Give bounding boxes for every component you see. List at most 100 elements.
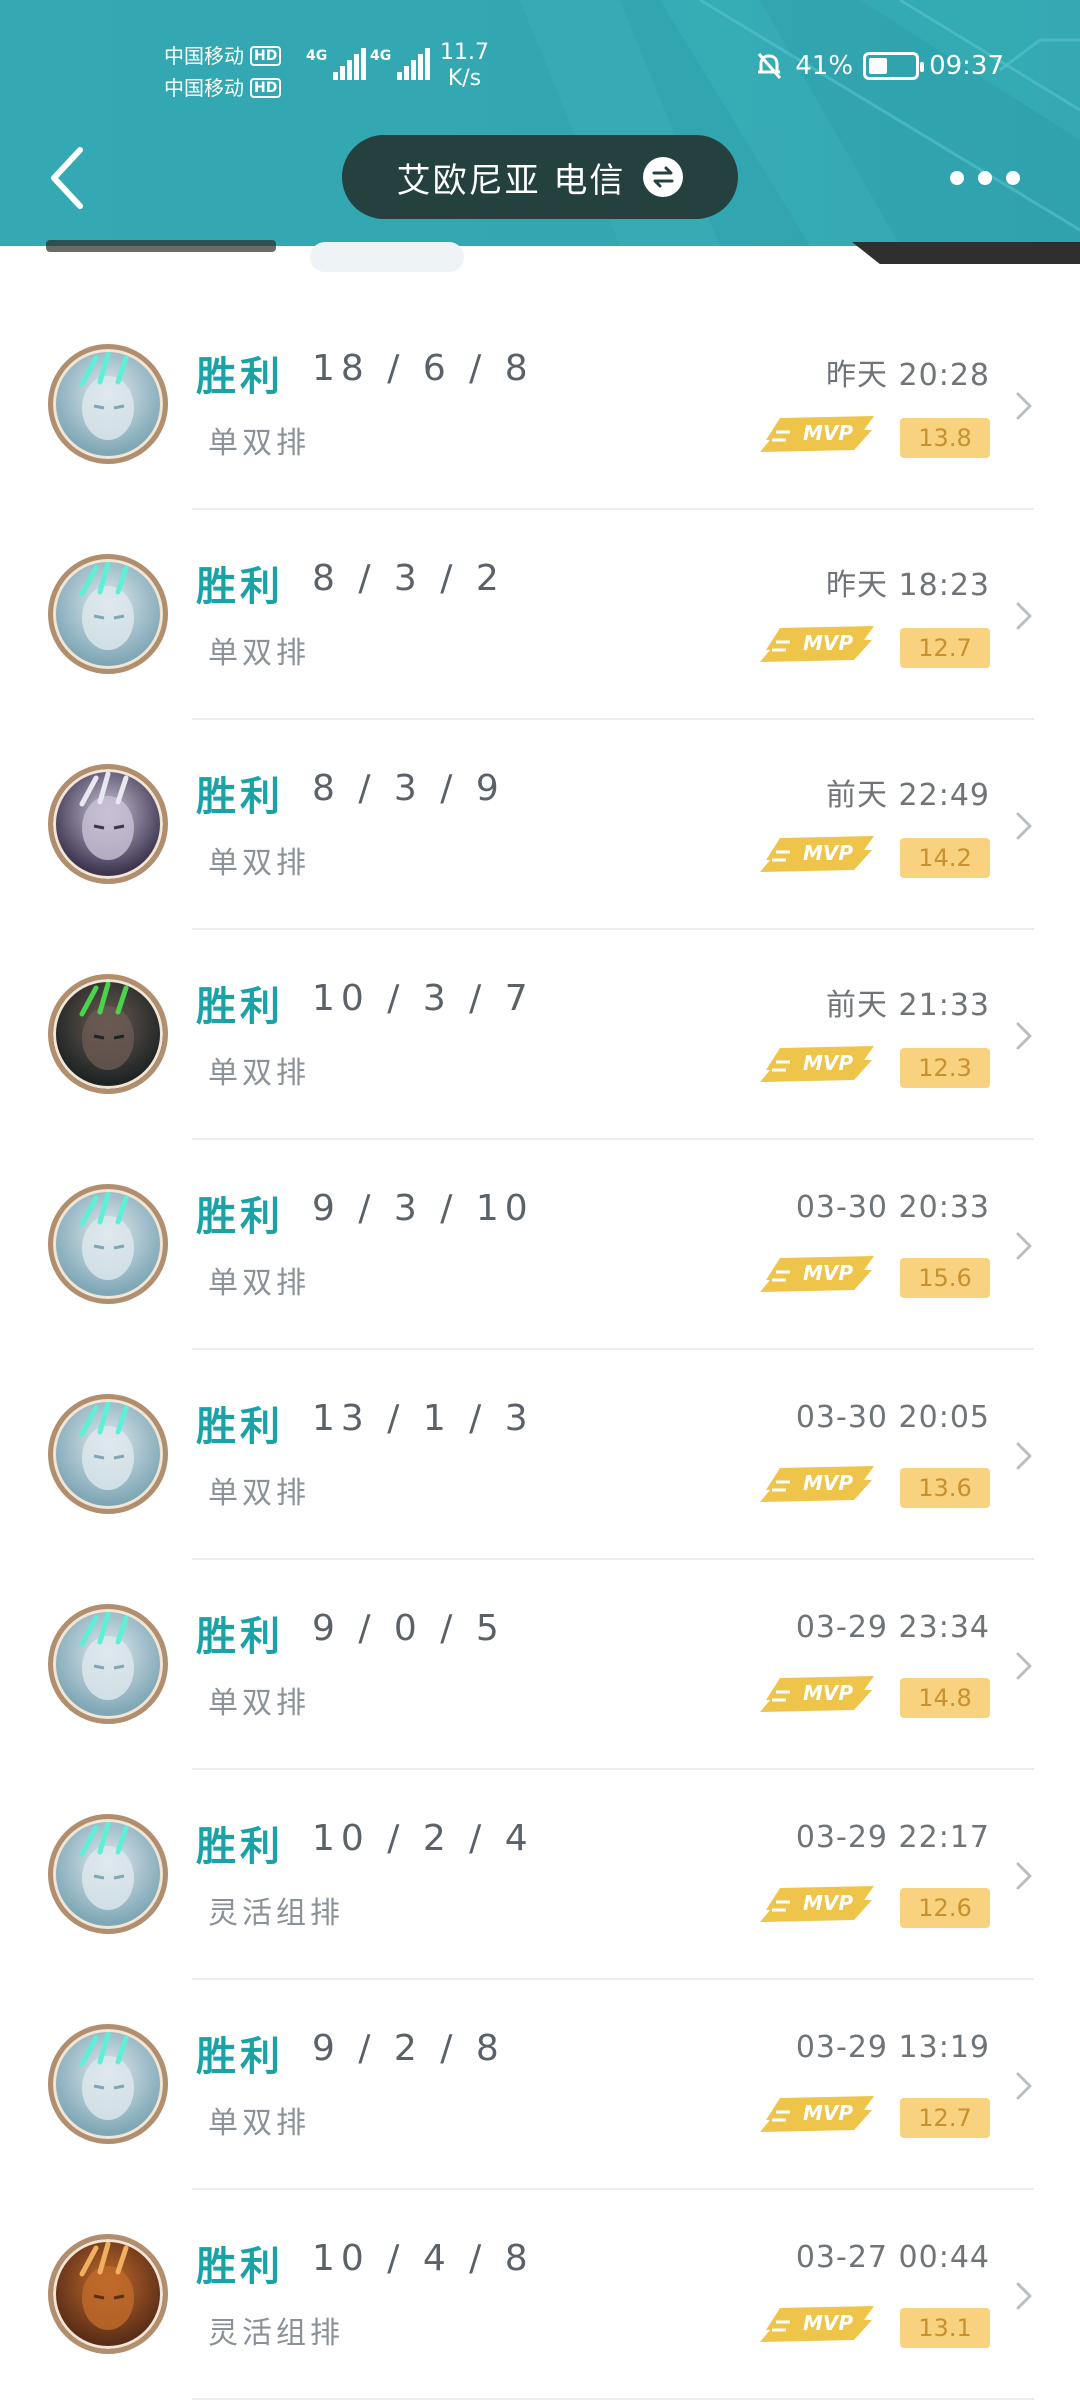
more-dots-icon [1006, 171, 1020, 185]
performance-score: 13.8 [900, 418, 990, 458]
match-row[interactable]: 胜利 13 / 1 / 3 单双排 03-30 20:05 MVP 13.6 [0, 1350, 1080, 1560]
performance-score: 13.6 [900, 1468, 990, 1508]
match-time: 03-29 22:17 [795, 1820, 990, 1855]
queue-mode: 单双排 [208, 636, 310, 671]
queue-mode: 灵活组排 [208, 1896, 344, 1931]
match-time: 03-30 20:33 [795, 1190, 990, 1225]
battery-icon [863, 52, 925, 80]
chevron-right-icon [1016, 2072, 1032, 2100]
match-time: 昨天 20:28 [826, 358, 990, 393]
mvp-label: MVP [803, 421, 853, 445]
match-row[interactable]: 胜利 9 / 3 / 10 单双排 03-30 20:33 MVP 15.6 [0, 1140, 1080, 1350]
mvp-label: MVP [803, 1681, 853, 1705]
match-result: 胜利 [196, 1824, 284, 1870]
match-row[interactable]: 胜利 18 / 6 / 8 单双排 昨天 20:28 MVP 13.8 [0, 300, 1080, 510]
champion-avatar [48, 2024, 168, 2144]
mvp-label: MVP [803, 1051, 853, 1075]
chevron-right-icon [1016, 2282, 1032, 2310]
performance-score: 13.1 [900, 2308, 990, 2348]
match-result: 胜利 [196, 984, 284, 1030]
speed-value: 11.7 [440, 40, 489, 65]
match-row[interactable]: 胜利 9 / 0 / 5 单双排 03-29 23:34 MVP 14.8 [0, 1560, 1080, 1770]
back-button[interactable] [40, 140, 100, 220]
back-chevron-icon [51, 147, 83, 209]
app-header: 中国移动 HD 中国移动 HD 4G 4G 11.7 K/s 41% 09:37 [0, 0, 1080, 246]
mvp-badge: MVP [760, 1886, 874, 1922]
champion-avatar [48, 1184, 168, 1304]
more-dots-icon [950, 171, 964, 185]
match-row[interactable]: 胜利 10 / 2 / 4 灵活组排 03-29 22:17 MVP 12.6 [0, 1770, 1080, 1980]
match-row[interactable]: 胜利 9 / 2 / 8 单双排 03-29 13:19 MVP 12.7 [0, 1980, 1080, 2190]
match-row[interactable]: 胜利 8 / 3 / 2 单双排 昨天 18:23 MVP 12.7 [0, 510, 1080, 720]
status-right: 41% 09:37 [753, 50, 1004, 82]
match-result: 胜利 [196, 1614, 284, 1660]
network-type: 4G [306, 48, 328, 64]
queue-mode: 单双排 [208, 426, 310, 461]
chevron-right-icon [1016, 812, 1032, 840]
queue-mode: 单双排 [208, 1476, 310, 1511]
match-row[interactable]: 胜利 10 / 4 / 8 灵活组排 03-27 00:44 MVP 13.1 [0, 2190, 1080, 2400]
status-bar: 中国移动 HD 中国移动 HD 4G 4G 11.7 K/s 41% 09:37 [0, 30, 1080, 110]
match-history-list: 胜利 18 / 6 / 8 单双排 昨天 20:28 MVP 13.8 胜利 8… [0, 300, 1080, 2400]
mvp-badge: MVP [760, 1466, 874, 1502]
server-title: 艾欧尼亚 电信 [396, 160, 626, 201]
mvp-label: MVP [803, 2311, 853, 2335]
kda: 10 / 4 / 8 [312, 2238, 534, 2279]
kda: 10 / 3 / 7 [312, 978, 534, 1019]
performance-score: 14.8 [900, 1678, 990, 1718]
queue-mode: 单双排 [208, 1686, 310, 1721]
scrolled-header-remnant [0, 240, 1080, 276]
more-button[interactable] [950, 160, 1020, 196]
match-time: 03-29 23:34 [795, 1610, 990, 1645]
champion-avatar [48, 1604, 168, 1724]
match-result: 胜利 [196, 354, 284, 400]
clock: 09:37 [929, 51, 1004, 81]
champion-avatar [48, 1814, 168, 1934]
champion-avatar [48, 344, 168, 464]
performance-score: 12.3 [900, 1048, 990, 1088]
kda: 9 / 3 / 10 [312, 1188, 534, 1229]
more-dots-icon [978, 171, 992, 185]
match-row[interactable]: 胜利 8 / 3 / 9 单双排 前天 22:49 MVP 14.2 [0, 720, 1080, 930]
champion-avatar [48, 764, 168, 884]
queue-mode: 灵活组排 [208, 2316, 344, 2351]
kda: 18 / 6 / 8 [312, 348, 534, 389]
kda: 10 / 2 / 4 [312, 1818, 534, 1859]
mvp-badge: MVP [760, 2096, 874, 2132]
match-time: 03-29 13:19 [795, 2030, 990, 2065]
champion-avatar [48, 1394, 168, 1514]
mvp-badge: MVP [760, 2306, 874, 2342]
queue-mode: 单双排 [208, 1056, 310, 1091]
speed-unit: K/s [447, 66, 482, 91]
queue-mode: 单双排 [208, 1266, 310, 1301]
champion-avatar [48, 554, 168, 674]
mvp-label: MVP [803, 1891, 853, 1915]
mvp-badge: MVP [760, 1676, 874, 1712]
mvp-label: MVP [803, 2101, 853, 2125]
signal-strength-icon: 4G [370, 48, 431, 80]
mvp-label: MVP [803, 1261, 853, 1285]
server-switch-button[interactable]: 艾欧尼亚 电信 [342, 135, 738, 219]
match-result: 胜利 [196, 564, 284, 610]
mvp-badge: MVP [760, 836, 874, 872]
match-row[interactable]: 胜利 10 / 3 / 7 单双排 前天 21:33 MVP 12.3 [0, 930, 1080, 1140]
match-time: 昨天 18:23 [826, 568, 990, 603]
hd-badge: HD [250, 46, 282, 66]
queue-mode: 单双排 [208, 846, 310, 881]
battery-percent: 41% [795, 51, 854, 81]
chevron-right-icon [1016, 1022, 1032, 1050]
mvp-badge: MVP [760, 1256, 874, 1292]
mvp-badge: MVP [760, 626, 874, 662]
chevron-right-icon [1016, 392, 1032, 420]
kda: 9 / 2 / 8 [312, 2028, 505, 2069]
performance-score: 12.6 [900, 1888, 990, 1928]
performance-score: 12.7 [900, 628, 990, 668]
signal-strength-icon: 4G [306, 48, 367, 80]
kda: 8 / 3 / 2 [312, 558, 505, 599]
champion-avatar [48, 974, 168, 1094]
match-result: 胜利 [196, 2034, 284, 2080]
match-time: 前天 21:33 [826, 988, 990, 1023]
chevron-right-icon [1016, 1652, 1032, 1680]
match-result: 胜利 [196, 1194, 284, 1240]
kda: 8 / 3 / 9 [312, 768, 505, 809]
